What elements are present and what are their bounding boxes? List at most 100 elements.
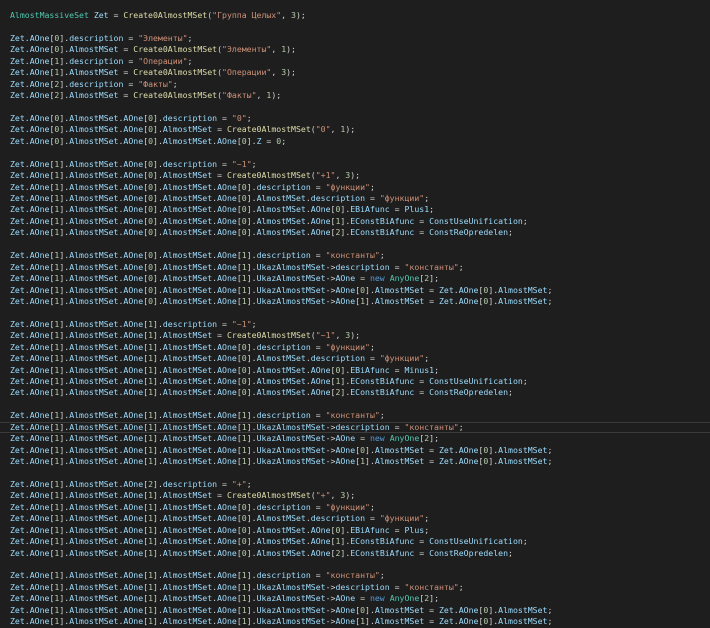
- punctuation-token: =: [355, 433, 370, 444]
- code-line[interactable]: Zet.AOne[1].AlmostMSet.AOne[0].AlmostMSe…: [10, 216, 710, 227]
- code-line[interactable]: [10, 468, 710, 479]
- punctuation-token: ;: [547, 295, 553, 306]
- code-line[interactable]: Zet.AOne[1].AlmostMSet.AOne[1].AlmostMSe…: [10, 445, 710, 456]
- code-line[interactable]: Zet.AOne[1].AlmostMSet = Create0AlmostMS…: [10, 67, 710, 78]
- code-line[interactable]: [10, 21, 710, 32]
- code-line[interactable]: Zet.AOne[1].AlmostMSet.AOne[0].AlmostMSe…: [10, 262, 710, 273]
- code-line[interactable]: Zet.AOne[0].AlmostMSet.AOne[0].AlmostMSe…: [10, 124, 710, 135]
- code-line[interactable]: Zet.AOne[1].AlmostMSet.AOne[1].AlmostMSe…: [10, 330, 710, 341]
- punctuation-token: ;: [458, 581, 464, 592]
- identifier-token: AOne: [123, 421, 144, 432]
- code-editor[interactable]: AlmostMassiveSet Zet = Create0AlmostMSet…: [0, 0, 710, 628]
- code-line[interactable]: [10, 239, 710, 250]
- code-line[interactable]: Zet.AOne[1].AlmostMSet.AOne[1].AlmostMSe…: [10, 422, 710, 433]
- code-line[interactable]: Zet.AOne[1].AlmostMSet.AOne[1].AlmostMSe…: [10, 342, 710, 353]
- identifier-token: AOne: [29, 67, 50, 78]
- identifier-token: AlmostMSet: [256, 513, 306, 524]
- code-line[interactable]: Zet.AOne[1].AlmostMSet.AOne[0].descripti…: [10, 159, 710, 170]
- code-line[interactable]: Zet.AOne[0].description = "Элементы";: [10, 33, 710, 44]
- identifier-token: AOne: [29, 90, 50, 101]
- identifier-token: Zet: [10, 433, 25, 444]
- punctuation-token: ].: [340, 364, 351, 375]
- code-line[interactable]: Zet.AOne[1].AlmostMSet.AOne[1].AlmostMSe…: [10, 616, 710, 627]
- code-line[interactable]: Zet.AOne[1].AlmostMSet.AOne[0].AlmostMSe…: [10, 250, 710, 261]
- code-line[interactable]: Zet.AOne[0].AlmostMSet.AOne[0].AlmostMSe…: [10, 136, 710, 147]
- identifier-token: Zet: [10, 581, 25, 592]
- code-line[interactable]: [10, 399, 710, 410]
- identifier-token: AOne: [29, 478, 50, 489]
- code-line[interactable]: Zet.AOne[1].AlmostMSet.AOne[1].AlmostMSe…: [10, 490, 710, 501]
- code-line[interactable]: Zet.AOne[1].AlmostMSet.AOne[0].AlmostMSe…: [10, 170, 710, 181]
- code-line[interactable]: Zet.AOne[1].AlmostMSet.AOne[0].AlmostMSe…: [10, 182, 710, 193]
- code-line[interactable]: Zet.AOne[1].AlmostMSet.AOne[1].AlmostMSe…: [10, 387, 710, 398]
- punctuation-token: =: [310, 501, 326, 512]
- identifier-token: AlmostMSet: [162, 433, 213, 444]
- punctuation-token: ].: [153, 616, 163, 627]
- code-line[interactable]: Zet.AOne[0].AlmostMSet.AOne[0].descripti…: [10, 113, 710, 124]
- function-token: Create0AlmostMSet: [133, 90, 218, 101]
- code-line[interactable]: Zet.AOne[1].AlmostMSet.AOne[0].AlmostMSe…: [10, 273, 710, 284]
- identifier-token: AOne: [458, 295, 479, 306]
- punctuation-token: =: [414, 227, 430, 238]
- identifier-token: AlmostMSet: [69, 513, 119, 524]
- code-line[interactable]: Zet.AOne[1].AlmostMSet.AOne[0].AlmostMSe…: [10, 227, 710, 238]
- code-line[interactable]: Zet.AOne[1].AlmostMSet.AOne[1].AlmostMSe…: [10, 502, 710, 513]
- code-line[interactable]: [10, 307, 710, 318]
- code-line[interactable]: Zet.AOne[1].AlmostMSet.AOne[1].AlmostMSe…: [10, 570, 710, 581]
- code-line[interactable]: Zet.AOne[1].AlmostMSet.AOne[1].AlmostMSe…: [10, 582, 710, 593]
- code-line[interactable]: [10, 559, 710, 570]
- code-line[interactable]: Zet.AOne[1].AlmostMSet.AOne[1].AlmostMSe…: [10, 456, 710, 467]
- code-line[interactable]: Zet.AOne[1].AlmostMSet.AOne[1].AlmostMSe…: [10, 525, 710, 536]
- punctuation-token: ->: [325, 295, 336, 306]
- code-line[interactable]: Zet.AOne[1].description = "Операции";: [10, 56, 710, 67]
- punctuation-token: =: [261, 135, 277, 146]
- identifier-token: description: [69, 32, 124, 43]
- code-line[interactable]: Zet.AOne[1].AlmostMSet.AOne[1].AlmostMSe…: [10, 513, 710, 524]
- identifier-token: AlmostMSet: [69, 456, 119, 467]
- identifier-token: Zet: [10, 570, 25, 581]
- identifier-token: AOne: [310, 524, 331, 535]
- identifier-token: AOne: [123, 170, 144, 181]
- punctuation-token: =: [212, 330, 227, 341]
- punctuation-token: ->: [325, 616, 336, 627]
- code-line[interactable]: Zet.AOne[1].AlmostMSet.AOne[1].AlmostMSe…: [10, 548, 710, 559]
- identifier-token: AOne: [458, 604, 479, 615]
- punctuation-token: =: [310, 570, 326, 581]
- identifier-token: AOne: [123, 204, 144, 215]
- identifier-token: description: [256, 570, 311, 581]
- code-line[interactable]: [10, 147, 710, 158]
- code-line[interactable]: AlmostMassiveSet Zet = Create0AlmostMSet…: [10, 10, 710, 21]
- code-line[interactable]: [10, 102, 710, 113]
- identifier-token: AOne: [217, 295, 237, 306]
- code-line[interactable]: Zet.AOne[1].AlmostMSet.AOne[1].AlmostMSe…: [10, 410, 710, 421]
- code-line[interactable]: Zet.AOne[1].AlmostMSet.AOne[1].AlmostMSe…: [10, 365, 710, 376]
- code-line[interactable]: Zet.AOne[1].AlmostMSet.AOne[1].AlmostMSe…: [10, 593, 710, 604]
- punctuation-token: ,: [256, 90, 267, 101]
- code-line[interactable]: Zet.AOne[1].AlmostMSet.AOne[1].AlmostMSe…: [10, 376, 710, 387]
- code-line[interactable]: Zet.AOne[2].description = "Факты";: [10, 79, 710, 90]
- punctuation-token: ].: [59, 204, 70, 215]
- punctuation-token: ].: [59, 215, 70, 226]
- identifier-token: AOne: [123, 501, 144, 512]
- punctuation-token: ].: [153, 204, 163, 215]
- code-line[interactable]: Zet.AOne[0].AlmostMSet = Create0AlmostMS…: [10, 44, 710, 55]
- identifier-token: Plus1: [404, 204, 430, 215]
- punctuation-token: ].: [153, 490, 163, 501]
- code-line[interactable]: Zet.AOne[1].AlmostMSet.AOne[1].descripti…: [10, 319, 710, 330]
- punctuation-token: );: [345, 124, 356, 135]
- punctuation-token: ;: [508, 387, 513, 398]
- code-line[interactable]: Zet.AOne[1].AlmostMSet.AOne[1].AlmostMSe…: [10, 353, 710, 364]
- code-line[interactable]: Zet.AOne[2].AlmostMSet = Create0AlmostMS…: [10, 90, 710, 101]
- code-line[interactable]: Zet.AOne[1].AlmostMSet.AOne[0].AlmostMSe…: [10, 285, 710, 296]
- identifier-token: AOne: [123, 478, 144, 489]
- code-line[interactable]: Zet.AOne[1].AlmostMSet.AOne[0].AlmostMSe…: [10, 296, 710, 307]
- code-line[interactable]: Zet.AOne[1].AlmostMSet.AOne[2].descripti…: [10, 479, 710, 490]
- code-line[interactable]: Zet.AOne[1].AlmostMSet.AOne[0].AlmostMSe…: [10, 204, 710, 215]
- identifier-token: AOne: [123, 536, 144, 547]
- code-line[interactable]: Zet.AOne[1].AlmostMSet.AOne[1].AlmostMSe…: [10, 536, 710, 547]
- code-line[interactable]: Zet.AOne[1].AlmostMSet.AOne[1].AlmostMSe…: [10, 433, 710, 444]
- identifier-token: AlmostMSet: [162, 215, 213, 226]
- code-line[interactable]: Zet.AOne[1].AlmostMSet.AOne[0].AlmostMSe…: [10, 193, 710, 204]
- punctuation-token: ].: [246, 570, 257, 581]
- code-line[interactable]: Zet.AOne[1].AlmostMSet.AOne[1].AlmostMSe…: [10, 605, 710, 616]
